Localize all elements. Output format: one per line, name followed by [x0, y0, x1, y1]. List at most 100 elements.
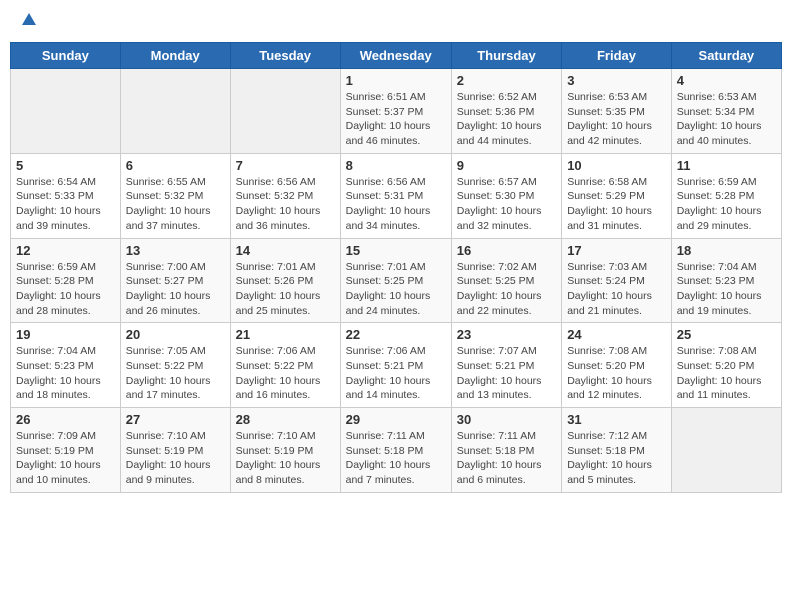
day-header-sunday: Sunday — [11, 43, 121, 69]
day-info: Sunrise: 6:58 AM Sunset: 5:29 PM Dayligh… — [567, 175, 666, 234]
calendar-cell — [11, 69, 121, 154]
day-number: 19 — [16, 327, 115, 342]
day-number: 4 — [677, 73, 776, 88]
day-info: Sunrise: 7:03 AM Sunset: 5:24 PM Dayligh… — [567, 260, 666, 319]
day-number: 26 — [16, 412, 115, 427]
calendar-cell: 26Sunrise: 7:09 AM Sunset: 5:19 PM Dayli… — [11, 408, 121, 493]
calendar-cell: 24 Sunrise: 7:08 AM Sunset: 5:20 PM Dayli… — [562, 323, 672, 408]
day-number: 27 — [126, 412, 225, 427]
calendar-cell: 30 Sunrise: 7:11 AM Sunset: 5:18 PM Dayli… — [451, 408, 561, 493]
day-info: Sunrise: 7:11 AM Sunset: 5:18 PM Dayligh… — [346, 429, 446, 488]
day-number: 30 — [457, 412, 556, 427]
calendar-cell: 6 Sunrise: 6:55 AM Sunset: 5:32 PM Daylig… — [120, 153, 230, 238]
day-number: 18 — [677, 243, 776, 258]
day-info: Sunrise: 6:52 AM Sunset: 5:36 PM Dayligh… — [457, 90, 556, 149]
week-row-2: 5Sunrise: 6:54 AM Sunset: 5:33 PM Daylig… — [11, 153, 782, 238]
calendar-cell: 18 Sunrise: 7:04 AM Sunset: 5:23 PM Dayli… — [671, 238, 781, 323]
day-info: Sunrise: 7:07 AM Sunset: 5:21 PM Dayligh… — [457, 344, 556, 403]
day-number: 20 — [126, 327, 225, 342]
week-row-3: 12 Sunrise: 6:59 AM Sunset: 5:28 PM Dayli… — [11, 238, 782, 323]
day-number: 8 — [346, 158, 446, 173]
day-info: Sunrise: 7:12 AM Sunset: 5:18 PM Dayligh… — [567, 429, 666, 488]
calendar-cell: 20 Sunrise: 7:05 AM Sunset: 5:22 PM Dayli… — [120, 323, 230, 408]
calendar-cell — [671, 408, 781, 493]
calendar-cell: 29 Sunrise: 7:11 AM Sunset: 5:18 PM Dayli… — [340, 408, 451, 493]
day-info: Sunrise: 7:11 AM Sunset: 5:18 PM Dayligh… — [457, 429, 556, 488]
calendar-cell: 9 Sunrise: 6:57 AM Sunset: 5:30 PM Daylig… — [451, 153, 561, 238]
day-info: Sunrise: 6:59 AM Sunset: 5:28 PM Dayligh… — [16, 260, 115, 319]
day-number: 11 — [677, 158, 776, 173]
calendar-cell: 15 Sunrise: 7:01 AM Sunset: 5:25 PM Dayli… — [340, 238, 451, 323]
day-number: 7 — [236, 158, 335, 173]
day-info: Sunrise: 7:01 AM Sunset: 5:26 PM Dayligh… — [236, 260, 335, 319]
day-number: 9 — [457, 158, 556, 173]
week-row-1: 1 Sunrise: 6:51 AM Sunset: 5:37 PM Daylig… — [11, 69, 782, 154]
day-info: Sunrise: 7:08 AM Sunset: 5:20 PM Dayligh… — [677, 344, 776, 403]
day-number: 2 — [457, 73, 556, 88]
calendar-cell: 13 Sunrise: 7:00 AM Sunset: 5:27 PM Dayli… — [120, 238, 230, 323]
day-info: Sunrise: 6:53 AM Sunset: 5:34 PM Dayligh… — [677, 90, 776, 149]
day-header-thursday: Thursday — [451, 43, 561, 69]
day-header-friday: Friday — [562, 43, 672, 69]
day-number: 25 — [677, 327, 776, 342]
day-header-monday: Monday — [120, 43, 230, 69]
day-info: Sunrise: 7:04 AM Sunset: 5:23 PM Dayligh… — [677, 260, 776, 319]
day-info: Sunrise: 7:08 AM Sunset: 5:20 PM Dayligh… — [567, 344, 666, 403]
day-header-saturday: Saturday — [671, 43, 781, 69]
calendar-cell: 14 Sunrise: 7:01 AM Sunset: 5:26 PM Dayli… — [230, 238, 340, 323]
day-number: 3 — [567, 73, 666, 88]
day-info: Sunrise: 7:02 AM Sunset: 5:25 PM Dayligh… — [457, 260, 556, 319]
day-info: Sunrise: 6:56 AM Sunset: 5:31 PM Dayligh… — [346, 175, 446, 234]
day-info: Sunrise: 7:04 AM Sunset: 5:23 PM Dayligh… — [16, 344, 115, 403]
day-info: Sunrise: 7:06 AM Sunset: 5:22 PM Dayligh… — [236, 344, 335, 403]
page-header — [10, 10, 782, 34]
calendar-cell: 27Sunrise: 7:10 AM Sunset: 5:19 PM Dayli… — [120, 408, 230, 493]
day-number: 5 — [16, 158, 115, 173]
day-number: 1 — [346, 73, 446, 88]
day-header-wednesday: Wednesday — [340, 43, 451, 69]
day-number: 15 — [346, 243, 446, 258]
day-info: Sunrise: 7:05 AM Sunset: 5:22 PM Dayligh… — [126, 344, 225, 403]
day-number: 29 — [346, 412, 446, 427]
day-number: 12 — [16, 243, 115, 258]
calendar-cell: 2 Sunrise: 6:52 AM Sunset: 5:36 PM Daylig… — [451, 69, 561, 154]
calendar-cell: 23Sunrise: 7:07 AM Sunset: 5:21 PM Dayli… — [451, 323, 561, 408]
day-info: Sunrise: 6:55 AM Sunset: 5:32 PM Dayligh… — [126, 175, 225, 234]
day-info: Sunrise: 7:01 AM Sunset: 5:25 PM Dayligh… — [346, 260, 446, 319]
logo — [18, 15, 38, 29]
week-row-5: 26Sunrise: 7:09 AM Sunset: 5:19 PM Dayli… — [11, 408, 782, 493]
calendar-cell: 22 Sunrise: 7:06 AM Sunset: 5:21 PM Dayli… — [340, 323, 451, 408]
calendar-cell: 11 Sunrise: 6:59 AM Sunset: 5:28 PM Dayli… — [671, 153, 781, 238]
calendar-cell: 17 Sunrise: 7:03 AM Sunset: 5:24 PM Dayli… — [562, 238, 672, 323]
day-info: Sunrise: 7:10 AM Sunset: 5:19 PM Dayligh… — [236, 429, 335, 488]
day-number: 24 — [567, 327, 666, 342]
day-number: 17 — [567, 243, 666, 258]
calendar-cell: 12 Sunrise: 6:59 AM Sunset: 5:28 PM Dayli… — [11, 238, 121, 323]
day-info: Sunrise: 7:00 AM Sunset: 5:27 PM Dayligh… — [126, 260, 225, 319]
calendar-cell: 31 Sunrise: 7:12 AM Sunset: 5:18 PM Dayli… — [562, 408, 672, 493]
calendar-cell: 1 Sunrise: 6:51 AM Sunset: 5:37 PM Daylig… — [340, 69, 451, 154]
day-number: 31 — [567, 412, 666, 427]
calendar-cell: 4 Sunrise: 6:53 AM Sunset: 5:34 PM Daylig… — [671, 69, 781, 154]
day-number: 22 — [346, 327, 446, 342]
logo-icon — [20, 11, 38, 29]
week-row-4: 19 Sunrise: 7:04 AM Sunset: 5:23 PM Dayli… — [11, 323, 782, 408]
calendar-cell: 25 Sunrise: 7:08 AM Sunset: 5:20 PM Dayli… — [671, 323, 781, 408]
day-number: 6 — [126, 158, 225, 173]
day-info: Sunrise: 7:06 AM Sunset: 5:21 PM Dayligh… — [346, 344, 446, 403]
calendar-cell: 10Sunrise: 6:58 AM Sunset: 5:29 PM Dayli… — [562, 153, 672, 238]
day-info: Sunrise: 6:57 AM Sunset: 5:30 PM Dayligh… — [457, 175, 556, 234]
day-number: 21 — [236, 327, 335, 342]
calendar-cell: 21 Sunrise: 7:06 AM Sunset: 5:22 PM Dayli… — [230, 323, 340, 408]
day-number: 28 — [236, 412, 335, 427]
day-info: Sunrise: 6:56 AM Sunset: 5:32 PM Dayligh… — [236, 175, 335, 234]
calendar-cell — [120, 69, 230, 154]
day-header-tuesday: Tuesday — [230, 43, 340, 69]
day-number: 14 — [236, 243, 335, 258]
day-info: Sunrise: 6:51 AM Sunset: 5:37 PM Dayligh… — [346, 90, 446, 149]
calendar-cell: 16 Sunrise: 7:02 AM Sunset: 5:25 PM Dayli… — [451, 238, 561, 323]
calendar-cell — [230, 69, 340, 154]
day-number: 13 — [126, 243, 225, 258]
day-info: Sunrise: 6:59 AM Sunset: 5:28 PM Dayligh… — [677, 175, 776, 234]
day-number: 16 — [457, 243, 556, 258]
